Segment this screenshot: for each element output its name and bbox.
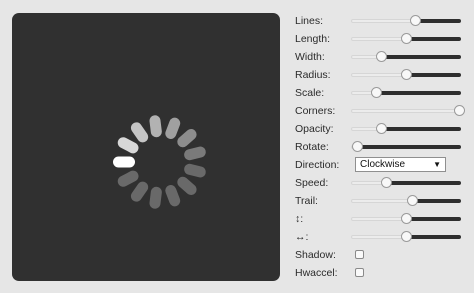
shadow-control: Shadow:: [295, 246, 465, 264]
spinner-graphic: [113, 115, 206, 209]
top-position-slider[interactable]: [351, 210, 461, 228]
corners-label: Corners:: [295, 105, 336, 117]
lines-control: Lines:: [295, 12, 465, 30]
chevron-down-icon: ▼: [433, 160, 441, 169]
shadow-label: Shadow:: [295, 249, 336, 261]
length-control: Length:: [295, 30, 465, 48]
direction-control: Direction: Clockwise ▼: [295, 156, 465, 174]
horizontal-arrows-label: ↔:: [295, 231, 309, 243]
trail-slider[interactable]: [351, 192, 461, 210]
direction-select-value: Clockwise: [360, 159, 406, 170]
left-position-slider[interactable]: [351, 228, 461, 246]
hwaccel-checkbox[interactable]: [355, 268, 364, 277]
length-slider-thumb[interactable]: [400, 33, 412, 44]
speed-control: Speed:: [295, 174, 465, 192]
speed-slider-thumb[interactable]: [380, 177, 392, 188]
scale-control: Scale:: [295, 84, 465, 102]
speed-slider[interactable]: [351, 174, 461, 192]
spinner-bar: [113, 156, 135, 168]
width-slider[interactable]: [351, 48, 461, 66]
length-label: Length:: [295, 33, 331, 45]
rotate-control: Rotate:: [295, 138, 465, 156]
spinner-preview: [12, 13, 280, 281]
vertical-arrows-label: ↕:: [295, 213, 304, 225]
width-control: Width:: [295, 48, 465, 66]
radius-control: Radius:: [295, 66, 465, 84]
spinner-bar: [184, 163, 206, 178]
rotate-slider[interactable]: [351, 138, 461, 156]
scale-slider[interactable]: [351, 84, 461, 102]
spinner-bar: [165, 185, 181, 207]
corners-slider-thumb[interactable]: [453, 105, 465, 116]
trail-slider-thumb[interactable]: [406, 195, 418, 206]
trail-control: Trail:: [295, 192, 465, 210]
radius-slider-thumb[interactable]: [400, 69, 412, 80]
hwaccel-control: Hwaccel:: [295, 264, 465, 282]
opacity-control: Opacity:: [295, 120, 465, 138]
scale-label: Scale:: [295, 87, 325, 99]
spinner-bar: [184, 146, 206, 161]
radius-slider[interactable]: [351, 66, 461, 84]
hwaccel-label: Hwaccel:: [295, 267, 338, 279]
spinner-bar: [117, 170, 139, 187]
rotate-label: Rotate:: [295, 141, 329, 153]
corners-slider[interactable]: [351, 102, 465, 120]
spinner-bar: [149, 115, 162, 138]
length-slider[interactable]: [351, 30, 461, 48]
corners-control: Corners:: [295, 102, 465, 120]
spinner-bar: [177, 128, 197, 148]
spinner-bar: [117, 137, 139, 154]
shadow-checkbox[interactable]: [355, 250, 364, 259]
trail-label: Trail:: [295, 195, 318, 207]
rotate-slider-thumb[interactable]: [351, 141, 363, 152]
width-slider-thumb[interactable]: [375, 51, 387, 62]
direction-select[interactable]: Clockwise ▼: [355, 157, 446, 172]
lines-label: Lines:: [295, 15, 324, 27]
spinner-bar: [130, 181, 149, 202]
direction-label: Direction:: [295, 159, 340, 171]
lines-slider-thumb[interactable]: [409, 15, 421, 26]
opacity-slider[interactable]: [351, 120, 461, 138]
top-position-control: ↕:: [295, 210, 465, 228]
left-position-slider-thumb[interactable]: [400, 231, 412, 242]
top-position-slider-thumb[interactable]: [400, 213, 412, 224]
scale-slider-thumb[interactable]: [370, 87, 382, 98]
opacity-label: Opacity:: [295, 123, 334, 135]
speed-label: Speed:: [295, 177, 329, 189]
spinner-bar: [177, 176, 197, 196]
opacity-slider-thumb[interactable]: [375, 123, 387, 134]
width-label: Width:: [295, 51, 325, 63]
left-position-control: ↔:: [295, 228, 465, 246]
spinner-bar: [149, 186, 162, 209]
spinner-bar: [165, 117, 181, 139]
radius-label: Radius:: [295, 69, 331, 81]
lines-slider[interactable]: [351, 12, 461, 30]
spinner-bar: [130, 122, 149, 143]
